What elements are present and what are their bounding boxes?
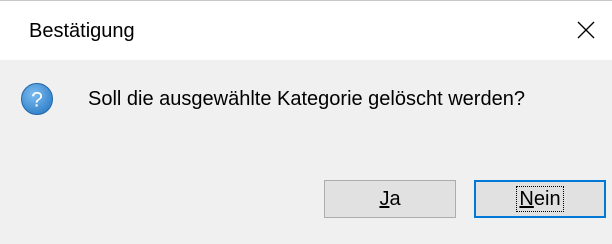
confirmation-dialog: Bestätigung ? Soll die ausgewählte Kateg…	[0, 0, 612, 244]
titlebar: Bestätigung	[0, 0, 612, 60]
no-label-rest: ein	[533, 188, 561, 210]
no-button-label: Nein	[516, 186, 564, 212]
yes-mnemonic: J	[379, 188, 390, 210]
top-border	[0, 0, 612, 1]
close-button[interactable]	[560, 0, 612, 60]
no-mnemonic: N	[519, 188, 534, 210]
no-button[interactable]: Nein	[474, 180, 606, 218]
dialog-message: Soll die ausgewählte Kategorie gelöscht …	[88, 88, 525, 110]
svg-text:?: ?	[31, 89, 43, 112]
yes-button[interactable]: Ja	[324, 180, 456, 218]
yes-label-rest: a	[389, 188, 401, 210]
question-icon: ?	[20, 82, 54, 116]
close-icon	[577, 21, 595, 39]
yes-button-label: Ja	[379, 188, 400, 210]
dialog-title: Bestätigung	[29, 20, 135, 42]
